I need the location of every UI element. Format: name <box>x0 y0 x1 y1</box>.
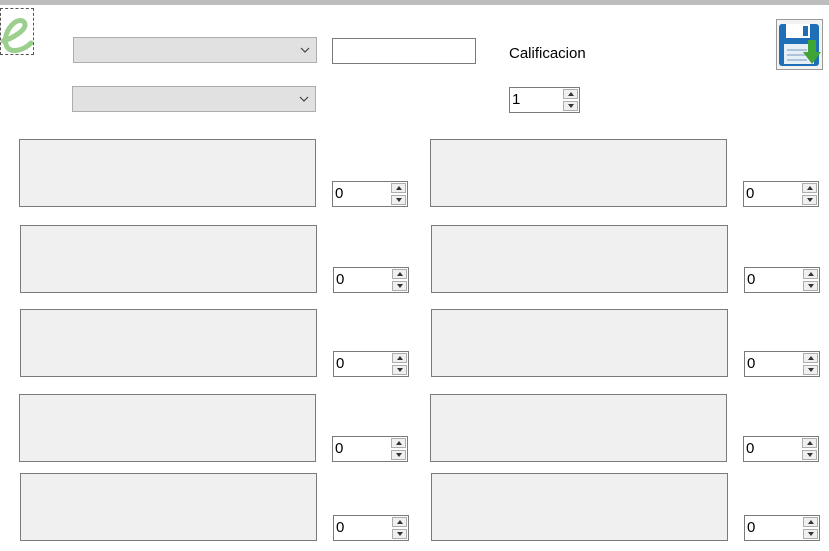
spinner-down-button[interactable] <box>391 195 406 205</box>
calificacion-value: 1 <box>512 91 521 108</box>
text-field[interactable] <box>332 38 476 64</box>
first-combobox[interactable] <box>73 37 317 63</box>
save-disk-icon <box>779 24 821 66</box>
window-top-border <box>0 0 829 5</box>
right-item-3-value: 0 <box>747 355 756 372</box>
calificacion-spinner[interactable]: 1 <box>509 87 580 113</box>
left-item-4-value: 0 <box>335 440 344 457</box>
spinner-up-button[interactable] <box>803 517 818 527</box>
left-item-2-spinner[interactable]: 0 <box>333 267 409 293</box>
spinner-up-button[interactable] <box>803 269 818 279</box>
spinner-down-button[interactable] <box>391 450 406 460</box>
left-item-1-spinner[interactable]: 0 <box>332 181 408 207</box>
right-item-5-value: 0 <box>747 519 756 536</box>
spinner-down-button[interactable] <box>803 281 818 291</box>
right-item-2-value: 0 <box>747 271 756 288</box>
left-item-4-spinner[interactable]: 0 <box>332 436 408 462</box>
chevron-down-icon <box>300 47 310 53</box>
right-item-3-spinner[interactable]: 0 <box>744 351 820 377</box>
left-item-1-box[interactable] <box>19 139 316 207</box>
right-item-1-box[interactable] <box>430 139 727 207</box>
right-item-1-spinner[interactable]: 0 <box>743 181 819 207</box>
spinner-up-button[interactable] <box>802 183 817 193</box>
spinner-down-button[interactable] <box>803 365 818 375</box>
spinner-up-button[interactable] <box>392 517 407 527</box>
spinner-down-button[interactable] <box>802 195 817 205</box>
spinner-up-button[interactable] <box>802 438 817 448</box>
spinner-up-button[interactable] <box>803 353 818 363</box>
spinner-down-button[interactable] <box>392 365 407 375</box>
left-item-2-value: 0 <box>336 271 345 288</box>
spinner-down-button[interactable] <box>563 101 578 111</box>
spinner-up-button[interactable] <box>391 438 406 448</box>
right-item-5-box[interactable] <box>431 473 728 541</box>
left-item-3-box[interactable] <box>20 309 317 377</box>
chevron-down-icon <box>299 96 309 102</box>
left-item-5-value: 0 <box>336 519 345 536</box>
right-item-2-spinner[interactable]: 0 <box>744 267 820 293</box>
second-combobox[interactable] <box>72 86 316 112</box>
right-item-3-box[interactable] <box>431 309 728 377</box>
spinner-down-button[interactable] <box>392 529 407 539</box>
left-item-1-value: 0 <box>335 185 344 202</box>
right-item-5-spinner[interactable]: 0 <box>744 515 820 541</box>
right-item-1-value: 0 <box>746 185 755 202</box>
save-button[interactable] <box>776 19 823 70</box>
spinner-up-button[interactable] <box>391 183 406 193</box>
right-item-4-box[interactable] <box>430 394 727 462</box>
spinner-down-button[interactable] <box>392 281 407 291</box>
spinner-down-button[interactable] <box>803 529 818 539</box>
spinner-up-button[interactable] <box>392 353 407 363</box>
left-item-5-box[interactable] <box>20 473 317 541</box>
left-item-4-box[interactable] <box>19 394 316 462</box>
spinner-up-button[interactable] <box>563 89 578 99</box>
left-item-2-box[interactable] <box>20 225 317 293</box>
right-item-4-spinner[interactable]: 0 <box>743 436 819 462</box>
e-logo-icon <box>0 8 34 55</box>
spinner-up-button[interactable] <box>392 269 407 279</box>
left-item-3-spinner[interactable]: 0 <box>333 351 409 377</box>
right-item-4-value: 0 <box>746 440 755 457</box>
left-item-3-value: 0 <box>336 355 345 372</box>
left-item-5-spinner[interactable]: 0 <box>333 515 409 541</box>
calificacion-label: Calificacion <box>509 45 586 62</box>
right-item-2-box[interactable] <box>431 225 728 293</box>
spinner-down-button[interactable] <box>802 450 817 460</box>
